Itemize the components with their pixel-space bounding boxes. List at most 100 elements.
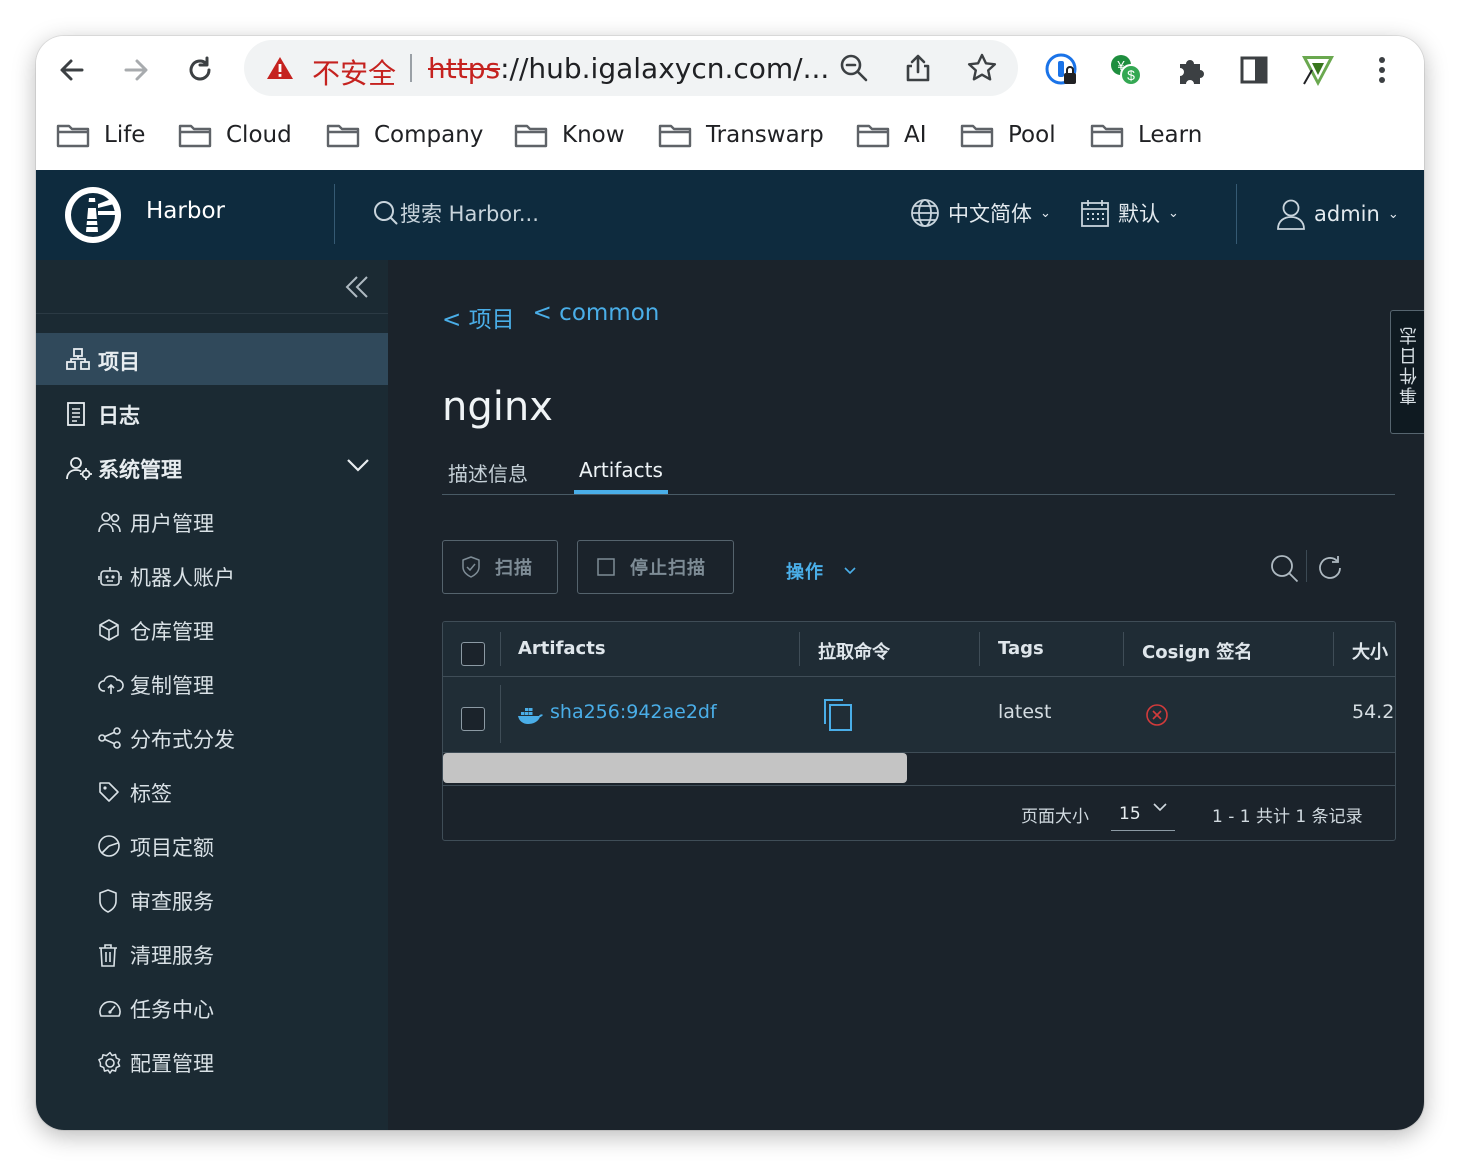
sidebar-subitem-distributions[interactable]: 分布式分发 <box>36 711 388 763</box>
username: admin <box>1314 202 1380 226</box>
row-checkbox[interactable] <box>461 707 485 731</box>
scrollbar-thumb[interactable] <box>443 753 907 783</box>
harbor-brand[interactable]: Harbor <box>146 198 225 224</box>
artifacts-table: Artifacts 拉取命令 Tags Cosign 签名 大小 sha256:… <box>442 621 1396 841</box>
zoom-button[interactable] <box>836 50 872 86</box>
share-icon <box>98 727 121 749</box>
artifact-tag[interactable]: latest <box>998 701 1051 723</box>
bookmark-label: Transwarp <box>706 122 824 148</box>
sidebar-subitem-job-service[interactable]: 任务中心 <box>36 981 388 1033</box>
search-icon <box>374 201 398 225</box>
column-header-pull-command[interactable]: 拉取命令 <box>818 638 890 664</box>
collapse-sidebar-icon[interactable] <box>344 274 370 300</box>
date-format-label: 默认 <box>1118 202 1160 226</box>
logs-icon <box>67 402 85 426</box>
side-panel-icon <box>1240 56 1268 84</box>
header-divider <box>1236 184 1237 244</box>
toolbar-divider <box>1306 550 1307 582</box>
bookmark-star-button[interactable] <box>964 50 1000 86</box>
folder-icon <box>56 124 90 148</box>
sidebar-subitem-configuration[interactable]: 配置管理 <box>36 1035 388 1087</box>
event-log-tab[interactable]: 事件日志 <box>1390 310 1424 434</box>
bookmark-folder-life[interactable]: Life <box>56 118 145 152</box>
folder-icon <box>658 124 692 148</box>
column-separator[interactable] <box>799 632 800 666</box>
robot-icon <box>98 567 122 586</box>
stop-scan-button[interactable]: 停止扫描 <box>577 540 734 594</box>
column-header-artifacts[interactable]: Artifacts <box>518 638 606 659</box>
sidebar-subitem-registries[interactable]: 仓库管理 <box>36 603 388 655</box>
column-header-size[interactable]: 大小 <box>1352 638 1388 664</box>
bookmark-folder-ai[interactable]: AI <box>856 118 927 152</box>
harbor-logo-icon[interactable] <box>62 184 124 246</box>
back-button[interactable] <box>50 48 94 92</box>
table-row[interactable]: sha256:942ae2df latest 54.2 <box>443 677 1395 753</box>
copy-icon[interactable] <box>823 699 853 731</box>
bookmark-folder-company[interactable]: Company <box>326 118 483 152</box>
column-header-tags[interactable]: Tags <box>998 638 1044 659</box>
sidebar-subitem-labels[interactable]: 标签 <box>36 765 388 817</box>
sidebar-item-administration[interactable]: 系统管理 <box>36 441 388 493</box>
refresh-icon[interactable] <box>1316 554 1344 582</box>
breadcrumb-common[interactable]: < common <box>533 300 660 334</box>
sidebar-subitem-replications[interactable]: 复制管理 <box>36 657 388 709</box>
url-rest: ://hub.igalaxycn.com/... <box>500 52 830 85</box>
sidebar-subitem-clean-up[interactable]: 清理服务 <box>36 927 388 979</box>
insecure-label[interactable]: 不安全 <box>312 52 396 92</box>
scan-button[interactable]: 扫描 <box>442 540 558 594</box>
column-separator[interactable] <box>979 632 980 666</box>
sidebar-item-logs[interactable]: 日志 <box>36 387 388 439</box>
language-dropdown[interactable]: 中文简体 ⌄ <box>910 198 1051 228</box>
column-header-cosign[interactable]: Cosign 签名 <box>1142 638 1252 664</box>
sidebar: 项目 日志 系统管理 用户管理 机器人账户 仓库管理 复制管理 分布式分发 标签… <box>36 260 388 1130</box>
breadcrumb-projects[interactable]: < 项目 <box>442 300 515 334</box>
side-panel-button[interactable] <box>1232 48 1276 92</box>
share-button[interactable] <box>900 50 936 86</box>
user-dropdown[interactable]: admin ⌄ <box>1276 198 1399 230</box>
bookmark-folder-learn[interactable]: Learn <box>1090 118 1202 152</box>
extensions-button[interactable] <box>1168 48 1212 92</box>
select-all-checkbox[interactable] <box>461 642 485 666</box>
sidebar-item-projects[interactable]: 项目 <box>36 333 388 385</box>
shield-check-icon <box>462 556 480 578</box>
tab-artifacts[interactable]: Artifacts <box>579 458 663 482</box>
sidebar-subitem-interrogation-services[interactable]: 审查服务 <box>36 873 388 925</box>
search-placeholder: 搜索 Harbor... <box>400 202 539 226</box>
bookmark-folder-know[interactable]: Know <box>514 118 625 152</box>
page-size-select[interactable]: 15 <box>1111 798 1175 831</box>
folder-icon <box>514 124 548 148</box>
bookmark-folder-pool[interactable]: Pool <box>960 118 1056 152</box>
search-icon[interactable] <box>1270 554 1300 584</box>
sidebar-divider <box>36 313 388 314</box>
profile-button[interactable] <box>1296 48 1340 92</box>
actions-dropdown[interactable]: 操作 <box>786 558 856 584</box>
tab-info[interactable]: 描述信息 <box>448 458 528 487</box>
artifact-digest-link[interactable]: sha256:942ae2df <box>550 701 717 723</box>
reload-button[interactable] <box>178 48 222 92</box>
column-separator[interactable] <box>1333 632 1334 666</box>
forward-button[interactable] <box>114 48 158 92</box>
column-separator[interactable] <box>1123 632 1124 666</box>
extension-1password[interactable] <box>1040 48 1084 92</box>
pagination-summary: 1 - 1 共计 1 条记录 <box>1212 807 1363 827</box>
bookmark-label: Company <box>374 122 484 148</box>
folder-icon <box>178 124 212 148</box>
date-format-dropdown[interactable]: 默认 ⌄ <box>1080 198 1179 228</box>
cloud-replication-icon <box>98 675 124 694</box>
extension-currency[interactable]: ¥ $ <box>1104 48 1148 92</box>
address-bar[interactable]: 不安全 https://hub.igalaxycn.com/... <box>244 40 1018 96</box>
registry-icon <box>99 619 119 641</box>
global-search[interactable]: 搜索 Harbor... <box>372 198 539 228</box>
quota-icon <box>98 835 120 857</box>
sidebar-subitem-robot-accounts[interactable]: 机器人账户 <box>36 549 388 601</box>
sidebar-subitem-label: 机器人账户 <box>130 566 235 590</box>
stop-square-icon <box>597 558 615 576</box>
bookmark-folder-transwarp[interactable]: Transwarp <box>658 118 824 152</box>
horizontal-scrollbar[interactable] <box>443 753 1395 786</box>
browser-menu-button[interactable] <box>1360 48 1404 92</box>
actions-label: 操作 <box>786 562 824 583</box>
bookmark-folder-cloud[interactable]: Cloud <box>178 118 292 152</box>
sidebar-subitem-project-quotas[interactable]: 项目定额 <box>36 819 388 871</box>
url-text[interactable]: https://hub.igalaxycn.com/... <box>428 52 829 85</box>
sidebar-subitem-users[interactable]: 用户管理 <box>36 495 388 547</box>
